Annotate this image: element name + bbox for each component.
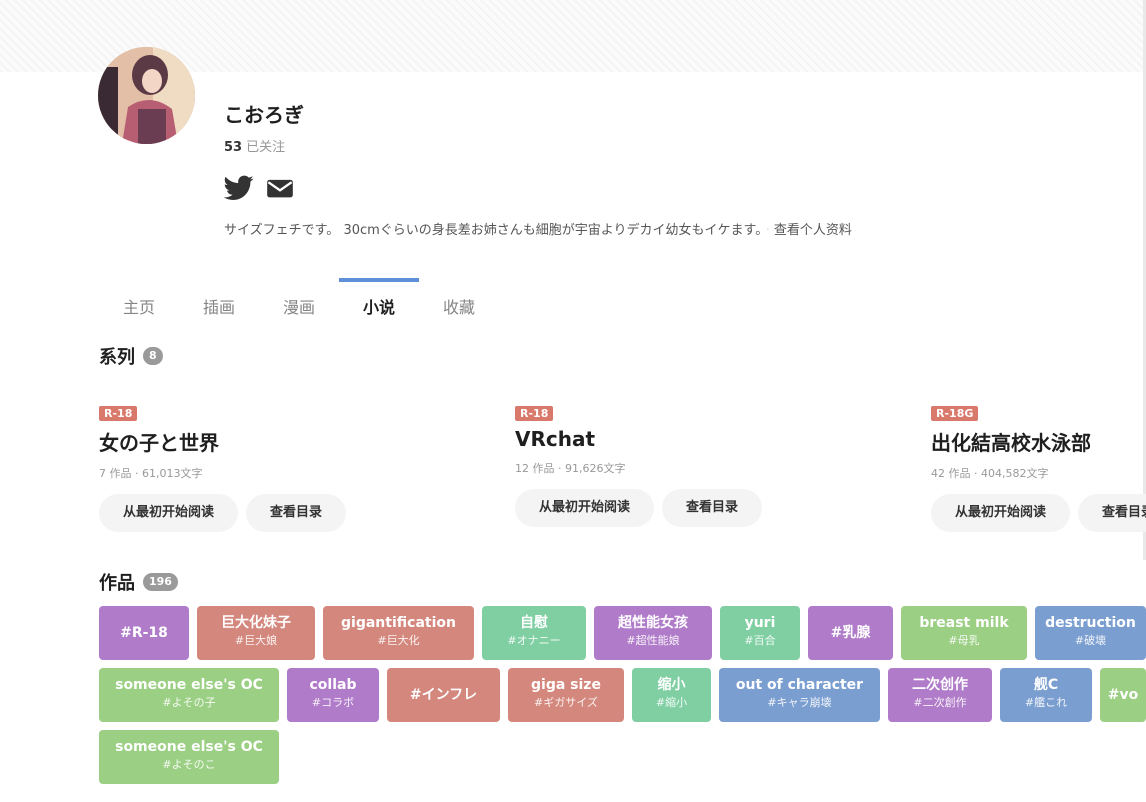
tag-subname: #よそのこ	[162, 758, 216, 771]
view-toc-button[interactable]: 查看目录	[1078, 494, 1146, 532]
series-card-title[interactable]: 出化結高校水泳部	[931, 427, 1146, 456]
bio-separator: ·	[765, 223, 770, 238]
tag-subname: #巨大娘	[234, 634, 278, 647]
tag-chip[interactable]: #乳腺	[808, 606, 893, 660]
tag-name: collab	[309, 677, 357, 693]
tag-chip[interactable]: 自慰 #オナニー	[482, 606, 586, 660]
tab-home[interactable]: 主页	[99, 278, 179, 317]
series-title: 系列	[99, 347, 135, 368]
profile-tabs: 主页 插画 漫画 小说 收藏	[99, 278, 499, 317]
tag-name: gigantification	[341, 615, 456, 631]
tag-list: #R-18 巨大化妹子 #巨大娘 gigantification #巨大化 自慰 #オ…	[99, 606, 1146, 792]
following-count[interactable]: 53 已关注	[224, 136, 285, 155]
tab-novels[interactable]: 小说	[339, 278, 419, 317]
tag-name: #インフレ	[409, 687, 478, 703]
series-heading: 系列 8	[99, 343, 163, 369]
read-from-start-button[interactable]: 从最初开始阅读	[99, 494, 239, 532]
avatar[interactable]	[98, 47, 195, 144]
tab-manga[interactable]: 漫画	[259, 278, 339, 317]
tag-name: 舰C	[1033, 677, 1059, 693]
view-profile-link[interactable]: 查看个人资料	[774, 223, 852, 238]
series-count-badge: 8	[143, 347, 163, 365]
rating-badge: R-18	[515, 406, 554, 421]
tag-subname: #ギガサイズ	[534, 696, 598, 709]
tag-name: #乳腺	[830, 625, 871, 641]
tag-subname: #巨大化	[377, 634, 420, 647]
tag-chip[interactable]: yuri #百合	[720, 606, 800, 660]
tag-name: #vo	[1107, 687, 1139, 703]
tag-chip[interactable]: giga size #ギガサイズ	[508, 668, 624, 722]
tag-chip[interactable]: breast milk #母乳	[901, 606, 1027, 660]
tag-name: breast milk	[919, 615, 1009, 631]
tag-chip[interactable]: #インフレ	[387, 668, 500, 722]
following-label: 已关注	[246, 140, 286, 155]
tag-chip[interactable]: someone else's OC #よその子	[99, 668, 279, 722]
bio: サイズフェチです。 30cmぐらいの身長差お姉さんも細胞が宇宙よりデカイ幼女もイ…	[224, 219, 852, 238]
tag-row: someone else's OC #よその子 collab #コラボ #インフレ …	[99, 668, 1146, 730]
tag-name: someone else's OC	[115, 739, 263, 755]
tag-subname: #超性能娘	[626, 634, 680, 647]
tag-chip[interactable]: 巨大化妹子 #巨大娘	[197, 606, 315, 660]
tab-illustrations[interactable]: 插画	[179, 278, 259, 317]
tag-chip[interactable]: 缩小 #縮小	[632, 668, 711, 722]
rating-badge: R-18G	[931, 406, 979, 421]
tag-chip[interactable]: gigantification #巨大化	[323, 606, 474, 660]
tag-name: out of character	[735, 677, 864, 693]
tag-row: someone else's OC #よそのこ	[99, 730, 1146, 792]
read-from-start-button[interactable]: 从最初开始阅读	[931, 494, 1071, 532]
series-card: R-18G 出化結高校水泳部 42 作品 · 404,582文字 从最初开始阅读…	[931, 402, 1146, 532]
username: こおろぎ	[224, 103, 304, 127]
tag-chip[interactable]: collab #コラボ	[287, 668, 379, 722]
tag-name: someone else's OC	[115, 677, 263, 693]
tag-name: 自慰	[520, 615, 548, 631]
tag-subname: #百合	[744, 634, 776, 647]
series-card-meta: 42 作品 · 404,582文字	[931, 467, 1049, 480]
tag-subname: #縮小	[655, 696, 688, 709]
rating-badge: R-18	[99, 406, 138, 421]
tag-name: 超性能女孩	[618, 615, 688, 631]
tag-subname: #艦これ	[1024, 696, 1068, 709]
tag-subname: #オナニー	[507, 634, 561, 647]
tag-name: 二次创作	[912, 677, 968, 693]
tag-name: 缩小	[657, 677, 686, 693]
tag-chip[interactable]: #vo	[1100, 668, 1146, 722]
tag-subname: #破壊	[1074, 634, 1107, 647]
works-heading: 作品 196	[99, 569, 178, 595]
tag-subname: #二次創作	[913, 696, 967, 709]
series-card: R-18 女の子と世界 7 作品 · 61,013文字 从最初开始阅读 查看目录	[99, 402, 499, 532]
tag-chip[interactable]: someone else's OC #よそのこ	[99, 730, 279, 784]
series-card-title[interactable]: VRchat	[515, 427, 915, 451]
tag-chip[interactable]: out of character #キャラ崩壊	[719, 668, 880, 722]
tag-chip[interactable]: 超性能女孩 #超性能娘	[594, 606, 712, 660]
series-card-meta: 7 作品 · 61,013文字	[99, 467, 203, 480]
tag-subname: #母乳	[948, 634, 980, 647]
series-card: R-18 VRchat 12 作品 · 91,626文字 从最初开始阅读 查看目…	[515, 402, 915, 527]
view-toc-button[interactable]: 查看目录	[662, 489, 763, 527]
tab-bookmarks[interactable]: 收藏	[419, 278, 499, 317]
series-card-meta: 12 作品 · 91,626文字	[515, 462, 626, 475]
tag-chip[interactable]: #R-18	[99, 606, 189, 660]
tag-row: #R-18 巨大化妹子 #巨大娘 gigantification #巨大化 自慰 #オ…	[99, 606, 1146, 668]
tag-name: giga size	[531, 677, 601, 693]
series-card-title[interactable]: 女の子と世界	[99, 427, 499, 456]
read-from-start-button[interactable]: 从最初开始阅读	[515, 489, 655, 527]
bio-text: サイズフェチです。 30cmぐらいの身長差お姉さんも細胞が宇宙よりデカイ幼女もイ…	[224, 223, 762, 238]
works-title: 作品	[99, 573, 135, 594]
tag-subname: #よその子	[162, 696, 216, 709]
tag-name: #R-18	[120, 625, 168, 641]
following-number: 53	[224, 140, 243, 155]
tag-name: 巨大化妹子	[221, 615, 291, 631]
tag-chip[interactable]: destruction #破壊	[1035, 606, 1146, 660]
tag-name: yuri	[744, 615, 776, 631]
social-links	[223, 174, 296, 202]
tag-chip[interactable]: 二次创作 #二次創作	[888, 668, 992, 722]
works-count-badge: 196	[143, 573, 178, 591]
mail-icon[interactable]	[266, 174, 296, 202]
tag-chip[interactable]: 舰C #艦これ	[1000, 668, 1092, 722]
view-toc-button[interactable]: 查看目录	[246, 494, 347, 532]
tag-subname: #コラボ	[311, 696, 355, 709]
tag-subname: #キャラ崩壊	[767, 696, 832, 709]
twitter-icon[interactable]	[223, 174, 254, 202]
tag-name: destruction	[1045, 615, 1136, 631]
